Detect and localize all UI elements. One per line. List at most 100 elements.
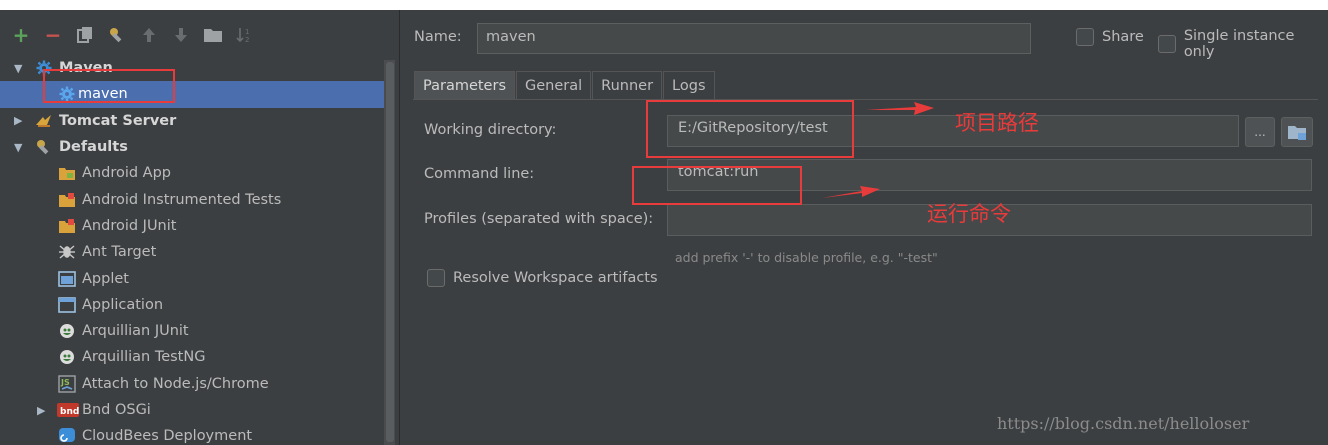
svg-text:JS: JS bbox=[60, 378, 70, 387]
add-configuration-button[interactable]: + bbox=[10, 24, 32, 46]
single-instance-checkbox[interactable]: Single instance only bbox=[1158, 28, 1328, 60]
svg-text:1: 1 bbox=[245, 28, 249, 36]
annotation-box-working-dir bbox=[646, 100, 854, 158]
create-folder-button[interactable] bbox=[202, 24, 224, 46]
tree-item-application[interactable]: Application bbox=[0, 292, 384, 318]
applet-icon bbox=[58, 270, 76, 288]
watermark: https://blog.csdn.net/helloloser bbox=[997, 414, 1250, 433]
resolve-workspace-checkbox[interactable]: Resolve Workspace artifacts bbox=[427, 269, 658, 287]
tree-item-applet[interactable]: Applet bbox=[0, 265, 384, 291]
profiles-hint: add prefix '-' to disable profile, e.g. … bbox=[675, 250, 938, 265]
svg-text:bnd: bnd bbox=[60, 407, 79, 417]
annotation-project-path: 项目路径 bbox=[955, 111, 1039, 135]
configuration-tree: ▼ Maven maven ▶ Tomcat Server ▼ Defaults… bbox=[0, 55, 384, 445]
tree-item-arquillian-junit[interactable]: Arquillian JUnit bbox=[0, 318, 384, 344]
tree-group-label: Tomcat Server bbox=[59, 112, 177, 129]
tab-parameters[interactable]: Parameters bbox=[414, 71, 515, 99]
tab-general[interactable]: General bbox=[516, 71, 592, 99]
name-label: Name: bbox=[414, 29, 462, 45]
profiles-label: Profiles (separated with space): bbox=[424, 211, 654, 227]
tree-group-label: Defaults bbox=[59, 139, 128, 156]
tree-item-android-instrumented-tests[interactable]: Android Instrumented Tests bbox=[0, 186, 384, 212]
tree-item-label: Arquillian TestNG bbox=[82, 349, 206, 366]
sort-icon: 12 bbox=[236, 28, 249, 44]
nodejs-attach-icon: JS bbox=[58, 375, 76, 393]
arquillian-icon bbox=[58, 322, 76, 340]
remove-configuration-button[interactable]: − bbox=[42, 24, 64, 46]
tree-item-label: Ant Target bbox=[82, 244, 157, 261]
tree-item-android-junit[interactable]: Android JUnit bbox=[0, 213, 384, 239]
tab-logs[interactable]: Logs bbox=[663, 71, 715, 99]
share-checkbox[interactable]: Share bbox=[1076, 28, 1144, 46]
annotation-run-command: 运行命令 bbox=[927, 202, 1011, 226]
arquillian-icon bbox=[58, 348, 76, 366]
tree-item-label: Bnd OSGi bbox=[82, 402, 151, 418]
move-up-button[interactable] bbox=[138, 24, 160, 46]
window-top-strip bbox=[0, 0, 1328, 10]
tree-item-label: Android Instrumented Tests bbox=[82, 191, 282, 208]
checkbox-box[interactable] bbox=[1076, 28, 1094, 46]
checkbox-box[interactable] bbox=[1158, 35, 1176, 53]
resolve-workspace-label: Resolve Workspace artifacts bbox=[453, 270, 658, 286]
module-directory-button[interactable] bbox=[1281, 117, 1313, 147]
parameters-panel: Working directory: E:/GitRepository/test… bbox=[413, 99, 1318, 445]
checkbox-box[interactable] bbox=[427, 269, 445, 287]
move-down-button[interactable] bbox=[170, 24, 192, 46]
tree-item-label: Attach to Node.js/Chrome bbox=[82, 375, 269, 392]
tree-item-label: Application bbox=[82, 296, 164, 313]
browse-button[interactable]: ... bbox=[1245, 117, 1275, 147]
svg-text:2: 2 bbox=[245, 36, 249, 44]
tree-item-label: Arquillian JUnit bbox=[82, 323, 189, 340]
bnd-icon: bnd bbox=[57, 401, 79, 419]
collapse-arrow-icon[interactable]: ▶ bbox=[14, 114, 26, 127]
tree-item-maven[interactable]: maven bbox=[0, 69, 384, 108]
working-directory-label: Working directory: bbox=[424, 122, 557, 138]
sidebar-toolbar: + − 12 bbox=[10, 22, 256, 48]
android-tests-icon bbox=[58, 191, 76, 209]
editor-tabs: Parameters General Runner Logs bbox=[414, 71, 716, 99]
cloudbees-icon bbox=[58, 427, 76, 445]
wrench-icon bbox=[110, 28, 122, 43]
arrow-right-icon bbox=[866, 102, 934, 115]
tree-item-cloudbees[interactable]: CloudBees Deployment bbox=[0, 423, 384, 445]
annotation-box-command-line bbox=[632, 166, 802, 205]
tree-group-defaults[interactable]: ▼ Defaults bbox=[0, 134, 384, 160]
single-instance-label: Single instance only bbox=[1183, 28, 1295, 60]
annotation-highlight-box bbox=[43, 69, 175, 104]
copy-icon bbox=[77, 27, 92, 43]
sidebar-scrollbar-thumb[interactable] bbox=[386, 62, 394, 442]
application-icon bbox=[58, 296, 76, 314]
android-app-icon bbox=[58, 164, 76, 182]
run-configurations-sidebar: + − 12 ▼ Maven maven ▶ Tomcat Server ▼ D… bbox=[0, 10, 398, 445]
tree-item-label: Android JUnit bbox=[82, 217, 177, 234]
expand-arrow-icon[interactable]: ▼ bbox=[14, 141, 26, 154]
wrench-icon bbox=[35, 138, 53, 156]
expand-arrow-icon[interactable]: ▼ bbox=[14, 62, 26, 75]
folder-icon bbox=[1288, 126, 1306, 140]
tree-item-ant-target[interactable]: Ant Target bbox=[0, 239, 384, 265]
tree-item-label: CloudBees Deployment bbox=[82, 428, 253, 445]
collapse-arrow-icon[interactable]: ▶ bbox=[37, 404, 49, 417]
command-line-label: Command line: bbox=[424, 166, 535, 182]
arrow-up-icon bbox=[143, 28, 155, 42]
tomcat-icon bbox=[35, 112, 53, 130]
tab-runner[interactable]: Runner bbox=[592, 71, 663, 99]
tree-item-bnd-osgi[interactable]: ▶ bnd Bnd OSGi bbox=[0, 397, 384, 423]
copy-configuration-button[interactable] bbox=[74, 24, 96, 46]
tree-group-tomcat[interactable]: ▶ Tomcat Server bbox=[0, 108, 384, 134]
edit-defaults-button[interactable] bbox=[106, 24, 128, 46]
tree-item-attach-nodejs[interactable]: JS Attach to Node.js/Chrome bbox=[0, 371, 384, 397]
folder-icon bbox=[204, 29, 222, 42]
share-label: Share bbox=[1102, 29, 1144, 45]
ant-icon bbox=[58, 243, 76, 261]
configuration-editor: Name: maven Share Single instance only P… bbox=[399, 10, 1328, 445]
tree-item-label: Android App bbox=[82, 165, 171, 182]
sort-button[interactable]: 12 bbox=[234, 24, 256, 46]
name-input[interactable]: maven bbox=[477, 23, 1031, 54]
tree-item-label: Applet bbox=[82, 270, 129, 287]
tree-item-android-app[interactable]: Android App bbox=[0, 160, 384, 186]
arrow-right-icon bbox=[822, 186, 880, 198]
arrow-down-icon bbox=[175, 28, 187, 42]
android-junit-icon bbox=[58, 217, 76, 235]
tree-item-arquillian-testng[interactable]: Arquillian TestNG bbox=[0, 344, 384, 370]
